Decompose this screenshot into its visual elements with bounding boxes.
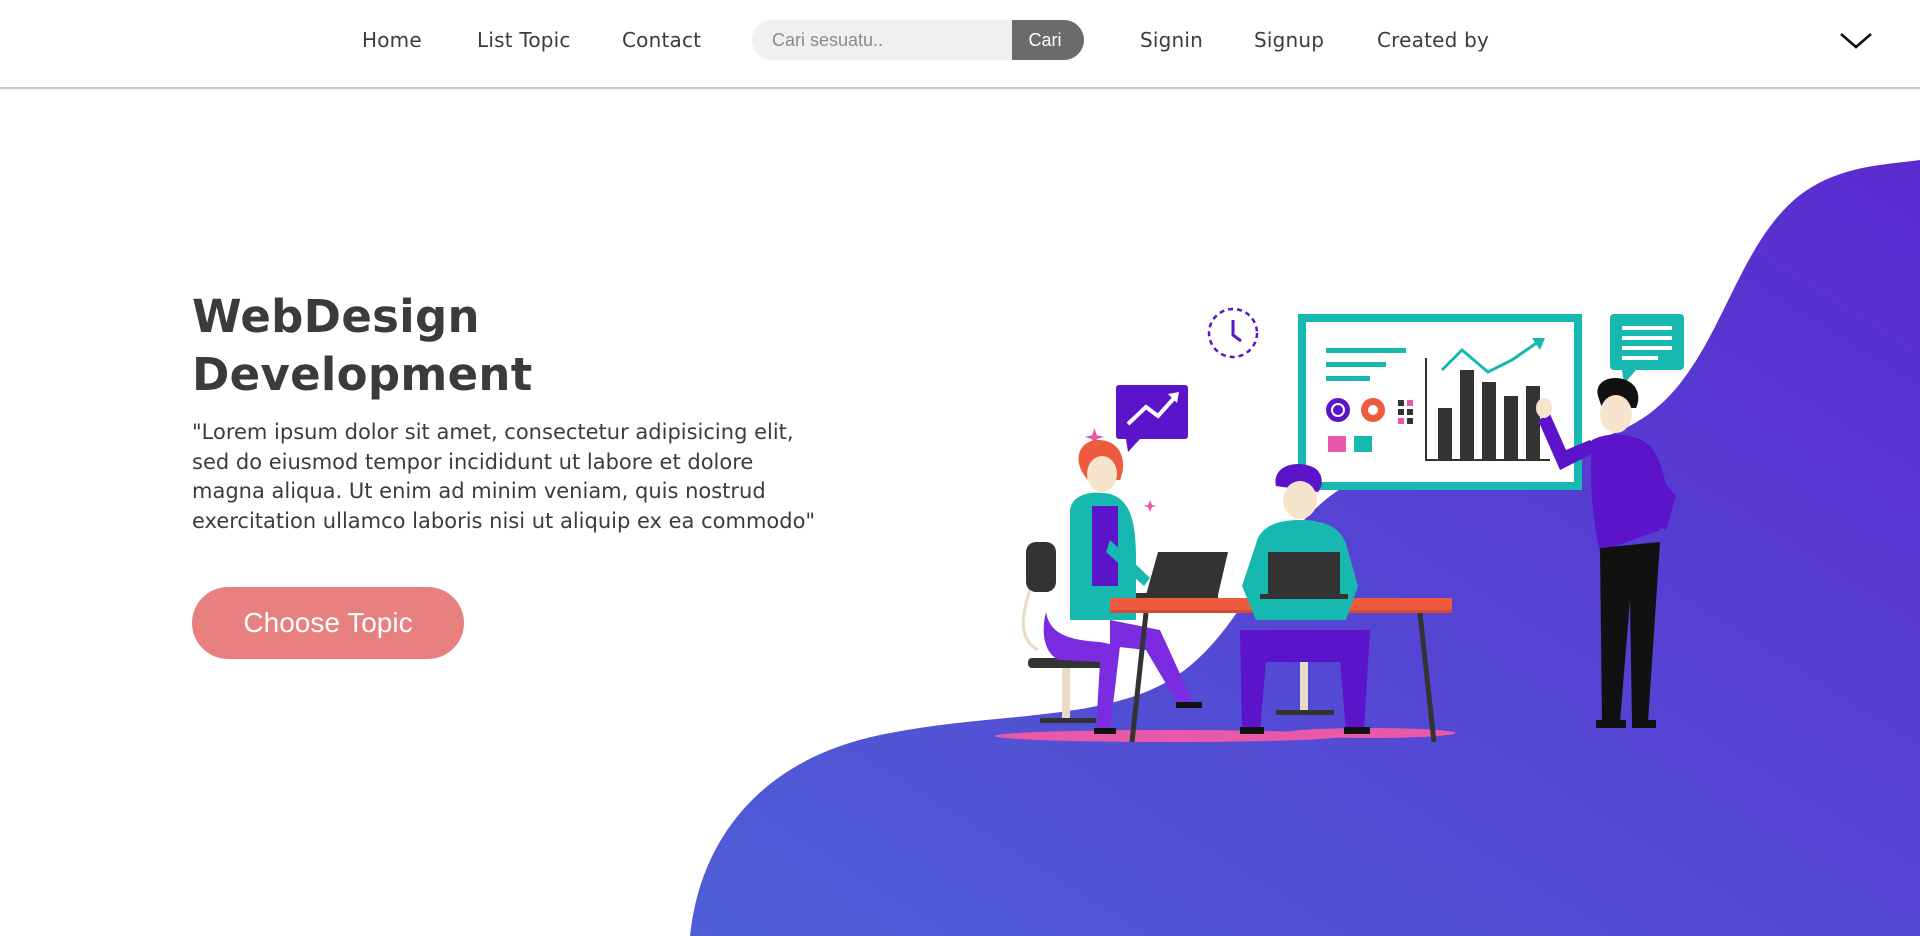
nav-list-topic-link[interactable]: List Topic <box>477 28 571 52</box>
trend-bubble-icon <box>1116 385 1188 452</box>
whiteboard-chart <box>1298 314 1582 490</box>
message-bubble-icon <box>1610 314 1684 384</box>
choose-topic-button[interactable]: Choose Topic <box>192 587 464 659</box>
search-form: Cari <box>752 20 1084 60</box>
search-input[interactable] <box>752 20 1012 60</box>
laptop-middle <box>1260 552 1348 599</box>
nav-signup-link[interactable]: Signup <box>1254 28 1324 52</box>
nav-created-by-link[interactable]: Created by <box>1377 28 1489 52</box>
hero-title-line-2: Development <box>192 348 533 401</box>
team-working-illustration <box>995 307 1684 743</box>
laptop-left <box>1136 552 1228 598</box>
top-navigation-bar: Home List Topic Contact Cari Signin Sign… <box>0 0 1920 89</box>
search-button[interactable]: Cari <box>1012 20 1084 60</box>
nav-home-link[interactable]: Home <box>362 28 422 52</box>
presenter-figure <box>1536 377 1676 728</box>
clock-icon <box>1207 307 1259 359</box>
chevron-down-icon[interactable] <box>1838 28 1874 52</box>
hero-title-line-1: WebDesign <box>192 290 480 343</box>
nav-signin-link[interactable]: Signin <box>1140 28 1203 52</box>
hero-description: "Lorem ipsum dolor sit amet, consectetur… <box>192 420 816 533</box>
hero-title: WebDesign Development <box>192 288 612 404</box>
nav-contact-link[interactable]: Contact <box>622 28 701 52</box>
